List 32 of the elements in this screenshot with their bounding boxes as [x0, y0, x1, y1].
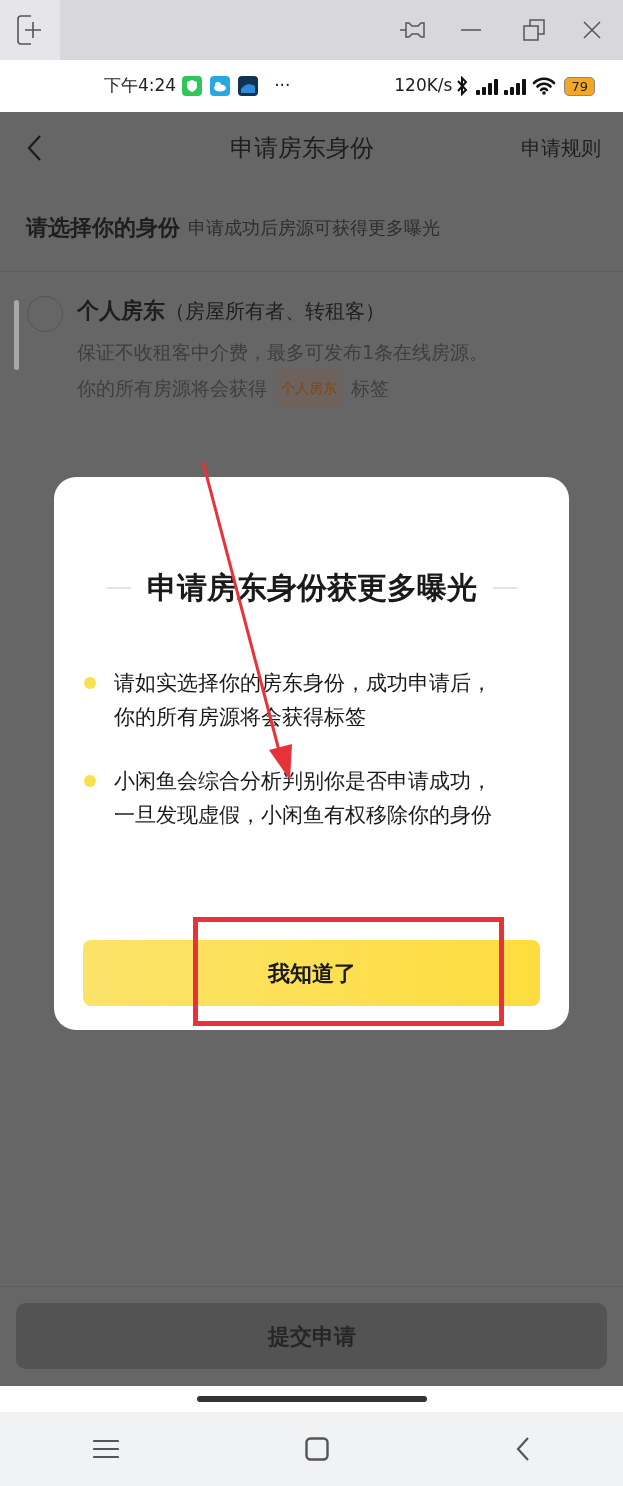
- pin-icon[interactable]: [399, 19, 427, 41]
- scrollbar: [14, 300, 19, 370]
- section-hint: 申请成功后房源可获得更多曝光: [188, 216, 440, 240]
- signal-icon: [476, 77, 499, 95]
- tag-label: 个人房东: [277, 369, 341, 407]
- battery-indicator: 79: [564, 76, 595, 96]
- shield-app-icon: [182, 76, 203, 96]
- network-speed: 120K/s: [394, 74, 453, 98]
- back-icon[interactable]: [515, 1436, 530, 1462]
- back-icon[interactable]: [26, 134, 42, 162]
- close-icon[interactable]: [583, 21, 601, 39]
- status-more: ···: [274, 74, 291, 98]
- rules-link[interactable]: 申请规则: [521, 133, 601, 163]
- new-window-icon[interactable]: [17, 14, 43, 46]
- minimize-icon[interactable]: [461, 28, 481, 32]
- bullet-dot: [84, 775, 96, 787]
- bullet-dot: [84, 677, 96, 689]
- weather-app-icon: [210, 76, 231, 96]
- signal-icon: [504, 77, 527, 95]
- restore-icon[interactable]: [523, 19, 545, 41]
- menu-icon[interactable]: [93, 1439, 120, 1459]
- confirm-button[interactable]: 我知道了: [83, 940, 540, 1006]
- home-square-icon[interactable]: [305, 1437, 330, 1461]
- page-title: 申请房东身份: [229, 133, 374, 164]
- status-time: 下午4:24: [104, 74, 177, 98]
- bluetooth-icon: [456, 76, 469, 96]
- dialog-title: 申请房东身份获更多曝光: [146, 569, 477, 607]
- wifi-icon: [532, 77, 557, 95]
- section-title: 请选择你的身份: [26, 214, 180, 242]
- option-subtitle: （房屋所有者、转租客）: [165, 298, 385, 325]
- gallery-app-icon: [238, 76, 259, 96]
- option-title: 个人房东: [77, 297, 165, 325]
